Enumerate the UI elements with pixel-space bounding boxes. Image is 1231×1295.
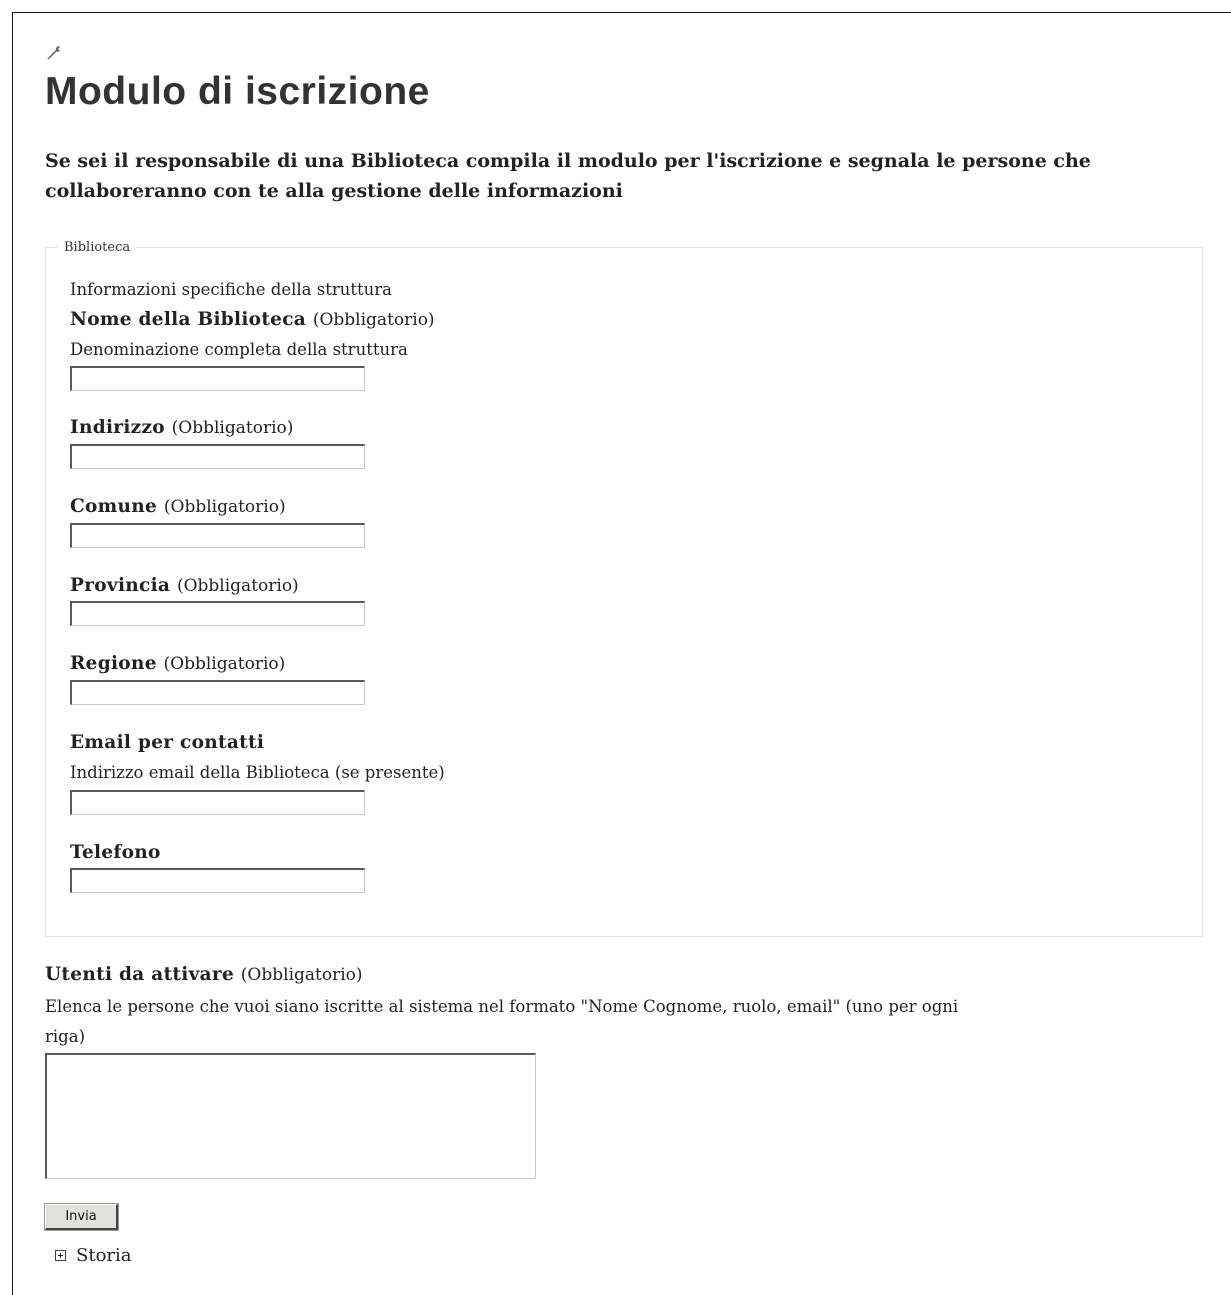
field-help-nome: Denominazione completa della struttura [70, 340, 408, 359]
required-marker: (Obbligatorio) [240, 965, 363, 985]
required-marker: (Obbligatorio) [171, 418, 294, 438]
email-input[interactable] [70, 790, 365, 815]
field-label-email: Email per contatti [70, 732, 264, 753]
storia-label: Storia [76, 1245, 132, 1266]
field-label-utenti: Utenti da attivare (Obbligatorio) [45, 964, 363, 985]
fieldset-legend: Biblioteca [64, 240, 131, 255]
field-label-telefono: Telefono [70, 842, 161, 863]
page-title: Modulo di iscrizione [45, 70, 430, 113]
comune-input[interactable] [70, 523, 365, 548]
users-help-line1: Elenca le persone che vuoi siano iscritt… [45, 997, 959, 1016]
field-label-text: Email per contatti [70, 732, 265, 753]
intro-text: Se sei il responsabile di una Biblioteca… [45, 150, 1091, 202]
storia-toggle[interactable]: Storia [55, 1245, 132, 1266]
invia-button[interactable]: Invia [45, 1204, 118, 1230]
field-label-text: Regione [70, 653, 157, 674]
required-marker: (Obbligatorio) [163, 654, 286, 674]
field-label-provincia: Provincia (Obbligatorio) [70, 575, 299, 596]
field-label-comune: Comune (Obbligatorio) [70, 496, 286, 517]
field-label-regione: Regione (Obbligatorio) [70, 653, 285, 674]
users-help-line2: riga) [45, 1027, 86, 1046]
field-label-text: Utenti da attivare [45, 964, 235, 985]
field-label-text: Nome della Biblioteca [70, 309, 307, 330]
required-marker: (Obbligatorio) [312, 310, 435, 330]
field-help-email: Indirizzo email della Biblioteca (se pre… [70, 763, 445, 782]
required-marker: (Obbligatorio) [176, 576, 299, 596]
telefono-input[interactable] [70, 868, 365, 893]
indirizzo-input[interactable] [70, 444, 365, 469]
regione-input[interactable] [70, 680, 365, 705]
expand-plus-icon [55, 1250, 66, 1261]
nome-biblioteca-input[interactable] [70, 366, 365, 391]
field-label-text: Comune [70, 496, 158, 517]
field-label-text: Provincia [70, 575, 171, 596]
utenti-textarea[interactable] [45, 1053, 536, 1179]
field-label-text: Indirizzo [70, 417, 165, 438]
provincia-input[interactable] [70, 601, 365, 626]
field-label-nome: Nome della Biblioteca (Obbligatorio) [70, 309, 435, 330]
field-label-indirizzo: Indirizzo (Obbligatorio) [70, 417, 293, 438]
field-label-text: Telefono [70, 842, 161, 863]
wrench-icon [47, 46, 61, 60]
fieldset-description: Informazioni specifiche della struttura [70, 280, 392, 299]
required-marker: (Obbligatorio) [163, 497, 286, 517]
